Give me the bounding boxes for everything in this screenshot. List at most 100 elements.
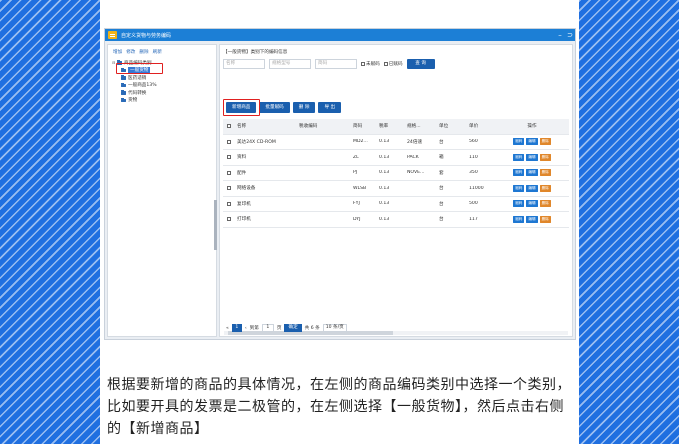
first-page-button[interactable]: « xyxy=(226,326,229,331)
cell-price: 350 xyxy=(469,170,478,176)
delete-category-link[interactable]: 删除 xyxy=(139,49,148,55)
table-row[interactable]: 复印机 FYJ 0.13 台 500 赋码 编辑 删除 xyxy=(223,197,569,212)
delete-row-button[interactable]: 删除 xyxy=(539,138,551,146)
cell-tax-rate: 0.13 xyxy=(379,170,390,176)
delete-button[interactable]: 删 除 xyxy=(292,102,316,113)
short-code-filter-input[interactable]: 简码 xyxy=(315,59,357,69)
table-body: 美达24X CD-ROM MD2... 0.13 24倍速台 560 赋码 编辑 删除 资料 ZL… xyxy=(223,135,569,228)
name-filter-input[interactable]: 名称 xyxy=(223,59,265,69)
cell-short-code: ZL xyxy=(353,154,359,160)
edit-category-link[interactable]: 修改 xyxy=(126,49,135,55)
cell-price: 500 xyxy=(469,201,478,207)
edit-button[interactable]: 编辑 xyxy=(526,169,538,177)
col-spec[interactable]: 规格... xyxy=(405,123,437,129)
tree-node-label: 代码转换 xyxy=(128,90,147,96)
cell-name: 资料 xyxy=(237,155,247,161)
cell-price: 11000 xyxy=(469,185,484,191)
tree-node-code-convert[interactable]: 代码转换 xyxy=(112,89,212,97)
prev-page-button[interactable]: ‹ xyxy=(245,326,247,331)
add-category-link[interactable]: 增加 xyxy=(113,49,122,55)
assigned-checkbox[interactable]: 已赋码 xyxy=(383,61,403,67)
page-unit-label: 页 xyxy=(276,326,282,331)
edit-button[interactable]: 编辑 xyxy=(526,138,538,146)
go-button[interactable]: 确定 xyxy=(284,324,302,332)
checkbox-label: 已赋码 xyxy=(388,62,403,67)
assign-code-button[interactable]: 赋码 xyxy=(513,138,525,146)
row-checkbox[interactable] xyxy=(223,170,235,175)
export-button[interactable]: 导 出 xyxy=(318,102,342,113)
delete-row-button[interactable]: 删除 xyxy=(539,184,551,192)
cell-spec: NOVE... xyxy=(407,170,425,176)
row-checkbox[interactable] xyxy=(223,139,235,144)
tree-node-goods-13[interactable]: 一般商品13% xyxy=(112,82,212,90)
cell-price: 560 xyxy=(469,139,478,145)
assign-code-button[interactable]: 赋码 xyxy=(513,184,525,192)
cell-price: 110 xyxy=(469,154,478,160)
row-checkbox[interactable] xyxy=(223,201,235,206)
table-row[interactable]: 资料 ZL 0.13 PACK 箱 110 赋码 编辑 删除 xyxy=(223,150,569,166)
folder-icon xyxy=(121,97,126,102)
cell-short-code: MD2... xyxy=(353,139,368,145)
minimize-button[interactable]: – xyxy=(555,29,565,41)
table-row[interactable]: 网络设备 WLSB 0.13 台 11000 赋码 编辑 删除 xyxy=(223,181,569,197)
col-unit[interactable]: 单位 xyxy=(437,123,467,129)
assign-code-button[interactable]: 赋码 xyxy=(513,215,525,223)
code-info-pane: 【一般货物】类别下的编码信息 名称 规格型号 简码 未赋码 已赋码 查 询 新增… xyxy=(219,44,573,337)
window-title: 自定义货物与劳务编码 xyxy=(121,32,172,39)
delete-row-button[interactable]: 删除 xyxy=(539,215,551,223)
pane-splitter[interactable] xyxy=(214,200,217,250)
edit-button[interactable]: 编辑 xyxy=(526,215,538,223)
col-short-code[interactable]: 简码 xyxy=(351,123,377,129)
edit-button[interactable]: 编辑 xyxy=(526,184,538,192)
tree-node-goods[interactable]: 货物 xyxy=(112,97,212,105)
edit-button[interactable]: 编辑 xyxy=(526,153,538,161)
edit-button[interactable]: 编辑 xyxy=(526,200,538,208)
checkbox-icon xyxy=(383,62,388,66)
pane-title: 【一般货物】类别下的编码信息 xyxy=(223,50,288,55)
cell-tax-rate: 0.13 xyxy=(379,216,390,222)
col-tax-rate[interactable]: 税率 xyxy=(377,123,405,129)
col-tax-code[interactable]: 税收编码 xyxy=(297,123,351,129)
row-checkbox[interactable] xyxy=(223,155,235,160)
tree-node-medical[interactable]: 医药适销 xyxy=(112,74,212,82)
model-filter-input[interactable]: 规格型号 xyxy=(269,59,311,69)
assign-code-button[interactable]: 赋码 xyxy=(513,200,525,208)
delete-row-button[interactable]: 删除 xyxy=(539,200,551,208)
cell-unit: 台 xyxy=(439,201,444,207)
cell-short-code: FYJ xyxy=(353,201,360,207)
col-price[interactable]: 单价 xyxy=(467,123,493,129)
refresh-category-link[interactable]: 刷新 xyxy=(153,49,162,55)
row-checkbox[interactable] xyxy=(223,186,235,191)
screenshot-window: 自定义货物与劳务编码 – ⊃ 增加 修改 删除 刷新 ⊟ 商品编码类别 一般货物… xyxy=(104,28,576,340)
cell-unit: 台 xyxy=(439,186,444,192)
filter-bar: 名称 规格型号 简码 未赋码 已赋码 查 询 xyxy=(223,59,435,69)
delete-row-button[interactable]: 删除 xyxy=(539,169,551,177)
table-row[interactable]: 配件 PJ 0.13 NOVE... 套 350 赋码 编辑 删除 xyxy=(223,166,569,181)
cell-tax-rate: 0.13 xyxy=(379,154,390,160)
table-row[interactable]: 打印机 DYJ 0.13 台 117 赋码 编辑 删除 xyxy=(223,212,569,228)
row-actions: 赋码 编辑 删除 xyxy=(493,184,569,192)
page-number-input[interactable]: 1 xyxy=(261,324,274,332)
col-ops: 操作 xyxy=(527,124,537,130)
unassigned-checkbox[interactable]: 未赋码 xyxy=(361,61,380,67)
category-pane: 增加 修改 删除 刷新 ⊟ 商品编码类别 一般货物 医药适销 一般商品13% 代… xyxy=(107,44,217,337)
cell-name: 配件 xyxy=(237,170,247,176)
page-size-select[interactable]: 10 条/页 xyxy=(322,324,347,332)
cell-short-code: WLSB xyxy=(353,185,367,191)
assign-code-button[interactable]: 赋码 xyxy=(513,153,525,161)
select-all-checkbox[interactable] xyxy=(223,124,235,129)
search-button[interactable]: 查 询 xyxy=(406,59,435,69)
cell-name: 美达24X CD-ROM xyxy=(237,139,276,145)
delete-row-button[interactable]: 删除 xyxy=(539,153,551,161)
row-checkbox[interactable] xyxy=(223,217,235,222)
current-page[interactable]: 1 xyxy=(231,324,242,332)
batch-assign-button[interactable]: 批量赋码 xyxy=(259,102,290,113)
left-decorative-stripe xyxy=(0,0,100,444)
row-actions: 赋码 编辑 删除 xyxy=(493,138,569,146)
assign-code-button[interactable]: 赋码 xyxy=(513,169,525,177)
col-name[interactable]: 名称 xyxy=(235,123,297,129)
restore-button[interactable]: ⊃ xyxy=(565,29,575,41)
table-row[interactable]: 美达24X CD-ROM MD2... 0.13 24倍速 台 560 赋码 编辑 删除 xyxy=(223,135,569,150)
cell-spec: PACK xyxy=(407,154,419,160)
cell-short-code: PJ xyxy=(353,170,358,176)
